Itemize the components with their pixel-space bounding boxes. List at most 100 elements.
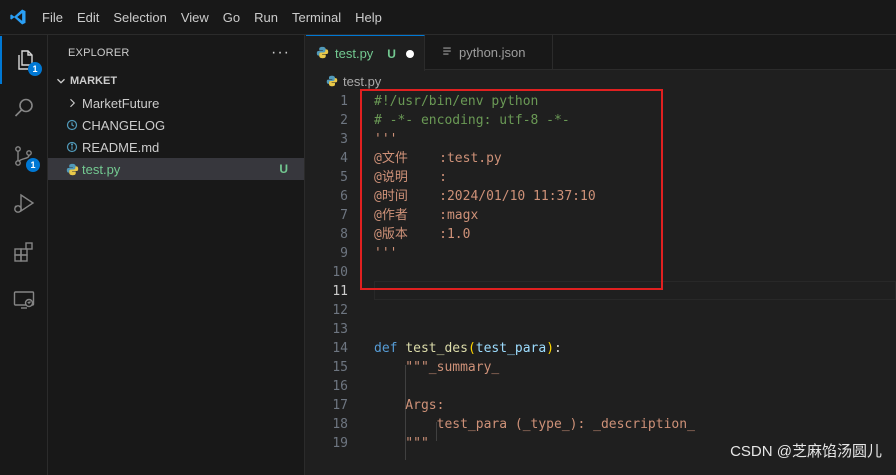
git-status-badge: U [279,162,288,176]
menu-help[interactable]: Help [348,0,389,35]
code-line: 6 @时间 :2024/01/10 11:37:10 [306,187,896,206]
json-file-icon [441,45,453,60]
chevron-right-icon [64,97,80,109]
code-line: 1 #!/usr/bin/env python [306,92,896,111]
parameter: test_para [475,341,547,356]
title-bar: File Edit Selection View Go Run Terminal… [0,0,896,35]
line-number: 6 [340,189,348,204]
menu-terminal[interactable]: Terminal [285,0,348,35]
unsaved-dot-icon[interactable] [405,49,414,58]
code-line: 3 ''' [306,130,896,149]
code-line: 5 @说明 : [306,168,896,187]
line-number: 3 [340,132,348,147]
menu-edit[interactable]: Edit [70,0,106,35]
run-debug-icon [14,193,35,213]
breadcrumb[interactable]: test.py [306,70,896,92]
remote-explorer-icon [13,291,35,309]
tree-item-changelog[interactable]: CHANGELOG [48,114,304,136]
paren-open: ( [467,341,476,356]
extensions-activity-button[interactable] [0,228,48,276]
code-text: @版本 :1.0 [374,227,471,242]
code-line: 12 [306,301,896,320]
line-number: 19 [332,436,348,451]
editor-tabs: test.py U python.json [306,35,896,71]
python-file-icon [316,46,329,62]
breadcrumb-file[interactable]: test.py [343,74,381,89]
python-file-icon [64,163,80,176]
code-line: 14 def test_des(test_para): [306,339,896,358]
menu-run[interactable]: Run [247,0,285,35]
line-number: 7 [340,208,348,223]
tree-item-test-py[interactable]: test.py U [48,158,304,180]
code-text: @作者 :magx [374,208,479,223]
menu-selection[interactable]: Selection [106,0,173,35]
colon: : [554,341,562,356]
tab-label: python.json [459,45,526,60]
code-text: # -*- encoding: utf-8 -*- [374,113,570,128]
line-number: 17 [332,398,348,413]
code-text: @文件 :test.py [374,151,502,166]
code-line: 9 ''' [306,244,896,263]
source-control-activity-button[interactable]: 1 [0,132,48,180]
tree-item-label: test.py [82,161,121,177]
code-text: @时间 :2024/01/10 11:37:10 [374,189,596,204]
tab-label: test.py [335,46,374,61]
code-text: @说明 : [374,170,447,185]
explorer-sidebar: EXPLORER ··· MARKET MarketFuture CHANGEL… [48,35,305,475]
code-line: 4 @文件 :test.py [306,149,896,168]
tree-item-readme[interactable]: README.md [48,136,304,158]
watermark: CSDN @芝麻馅汤圆儿 [730,443,882,460]
clock-file-icon [64,119,80,131]
workspace-folder[interactable]: MARKET [48,70,304,92]
code-text: """ [374,436,429,451]
tree-item-label: MarketFuture [82,95,160,111]
explorer-header: EXPLORER ··· [48,35,304,70]
tab-python-json[interactable]: python.json [425,35,553,70]
code-editor[interactable]: 1 #!/usr/bin/env python 2 # -*- encoding: … [306,92,896,475]
chevron-down-icon [57,78,65,84]
search-activity-button[interactable] [0,84,48,132]
python-file-icon [326,75,338,87]
activity-bar: 1 1 [0,35,48,475]
line-number: 10 [332,265,348,280]
code-line: 17 Args: [306,396,896,415]
vscode-logo-icon [0,0,35,35]
code-text: """_summary_ [374,360,500,375]
workspace-folder-label: MARKET [70,75,118,87]
tree-item-label: CHANGELOG [82,117,166,133]
code-line: 18 test_para (_type_): _description_ [306,415,896,434]
code-text: test_para (_type_): _description_ [374,417,695,432]
tab-test-py[interactable]: test.py U [306,35,425,71]
line-number: 18 [332,417,348,432]
code-text: #!/usr/bin/env python [374,94,539,109]
menu-bar: File Edit Selection View Go Run Terminal… [35,0,389,35]
run-debug-activity-button[interactable] [0,180,48,228]
line-number: 14 [332,341,348,356]
more-actions-button[interactable]: ··· [271,44,290,62]
code-text: ''' [374,132,398,147]
tree-item-marketfuture[interactable]: MarketFuture [48,92,304,114]
code-line: 13 [306,320,896,339]
line-number: 13 [332,322,348,337]
menu-go[interactable]: Go [216,0,247,35]
git-status-badge: U [387,46,396,61]
code-line: 16 [306,377,896,396]
line-number: 2 [340,113,348,128]
code-text: ''' [374,246,398,261]
line-number: 16 [332,379,348,394]
remote-explorer-activity-button[interactable] [0,276,48,324]
function-name: test_des [405,341,468,356]
search-icon [14,98,33,117]
keyword-def: def [374,341,398,356]
info-file-icon [64,141,80,153]
explorer-activity-button[interactable]: 1 [0,36,48,84]
line-number: 5 [340,170,348,185]
code-line: 2 # -*- encoding: utf-8 -*- [306,111,896,130]
line-number: 9 [340,246,348,261]
menu-view[interactable]: View [174,0,216,35]
line-number: 12 [332,303,348,318]
code-text: Args: [374,398,445,413]
menu-file[interactable]: File [35,0,70,35]
line-number: 15 [332,360,348,375]
code-line-current: 11 [306,282,896,301]
